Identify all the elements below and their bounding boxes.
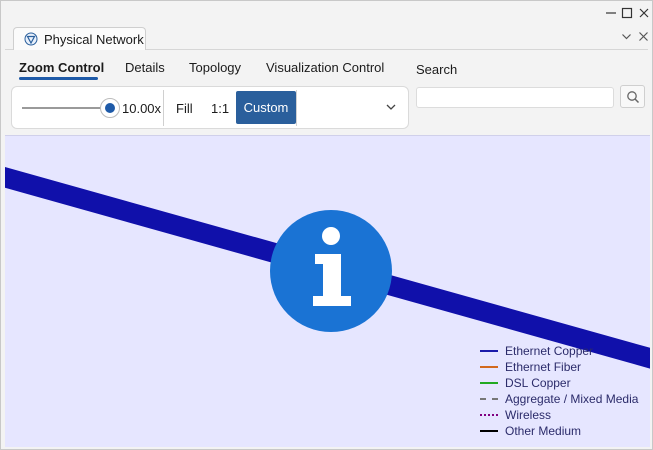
legend-item: Other Medium: [480, 423, 638, 439]
search-button[interactable]: [620, 85, 645, 108]
network-canvas[interactable]: Ethernet Copper Ethernet Fiber DSL Copper A…: [5, 135, 650, 447]
legend-swatch: [480, 366, 498, 368]
maximize-icon: [621, 7, 633, 19]
search-input[interactable]: [416, 87, 614, 108]
legend-label: Ethernet Fiber: [505, 360, 582, 374]
chevron-down-icon[interactable]: [384, 100, 398, 114]
minimize-button[interactable]: [604, 6, 618, 20]
zoom-value: 10.00x: [122, 101, 162, 116]
legend-label: Wireless: [505, 408, 552, 422]
close-icon: [639, 8, 649, 18]
search-icon: [626, 90, 639, 103]
tab-physical-network[interactable]: Physical Network: [13, 27, 146, 50]
legend-label: Aggregate / Mixed Media: [505, 392, 639, 406]
tab-topology[interactable]: Topology: [189, 60, 241, 75]
network-logo-icon: [24, 32, 38, 46]
legend-item: Wireless: [480, 407, 638, 423]
ribbon-panel: Zoom Control Details Topology Visualizat…: [5, 50, 648, 134]
active-tab-indicator: [19, 77, 98, 80]
close-icon: [639, 32, 648, 41]
custom-zoom-button[interactable]: Custom: [236, 91, 296, 124]
fill-button[interactable]: Fill: [176, 101, 193, 116]
legend-label: DSL Copper: [505, 376, 571, 390]
divider: [296, 90, 297, 126]
legend-swatch: [480, 414, 498, 416]
tab-details[interactable]: Details: [125, 60, 165, 75]
minimize-icon: [606, 12, 616, 14]
legend-item: Ethernet Copper: [480, 343, 638, 359]
legend-swatch: [480, 430, 498, 432]
legend-swatch: [480, 350, 498, 352]
legend-item: Aggregate / Mixed Media: [480, 391, 638, 407]
legend-label: Other Medium: [505, 424, 582, 438]
one-to-one-button[interactable]: 1:1: [211, 101, 229, 116]
close-window-button[interactable]: [637, 6, 651, 20]
tab-visualization-control[interactable]: Visualization Control: [266, 60, 384, 75]
zoom-slider-thumb[interactable]: [100, 98, 120, 118]
tab-label: Physical Network: [44, 31, 144, 47]
info-icon[interactable]: [270, 210, 392, 332]
search-label: Search: [416, 62, 458, 77]
divider: [163, 90, 164, 126]
tab-list-button[interactable]: [621, 31, 632, 45]
zoom-control-group: 10.00x Fill 1:1 Custom: [11, 86, 409, 129]
zoom-slider-track[interactable]: [22, 107, 110, 109]
physical-network-window: Physical Network Zoom Control Details To…: [0, 0, 653, 450]
tab-zoom-control[interactable]: Zoom Control: [19, 60, 104, 75]
legend-item: Ethernet Fiber: [480, 359, 638, 375]
link-legend: Ethernet Copper Ethernet Fiber DSL Copper A…: [480, 343, 638, 439]
legend-swatch: [480, 398, 498, 400]
close-tab-button[interactable]: [638, 31, 649, 45]
legend-label: Ethernet Copper: [505, 344, 594, 358]
legend-swatch: [480, 382, 498, 384]
maximize-button[interactable]: [620, 6, 634, 20]
chevron-down-icon: [622, 34, 631, 40]
legend-item: DSL Copper: [480, 375, 638, 391]
